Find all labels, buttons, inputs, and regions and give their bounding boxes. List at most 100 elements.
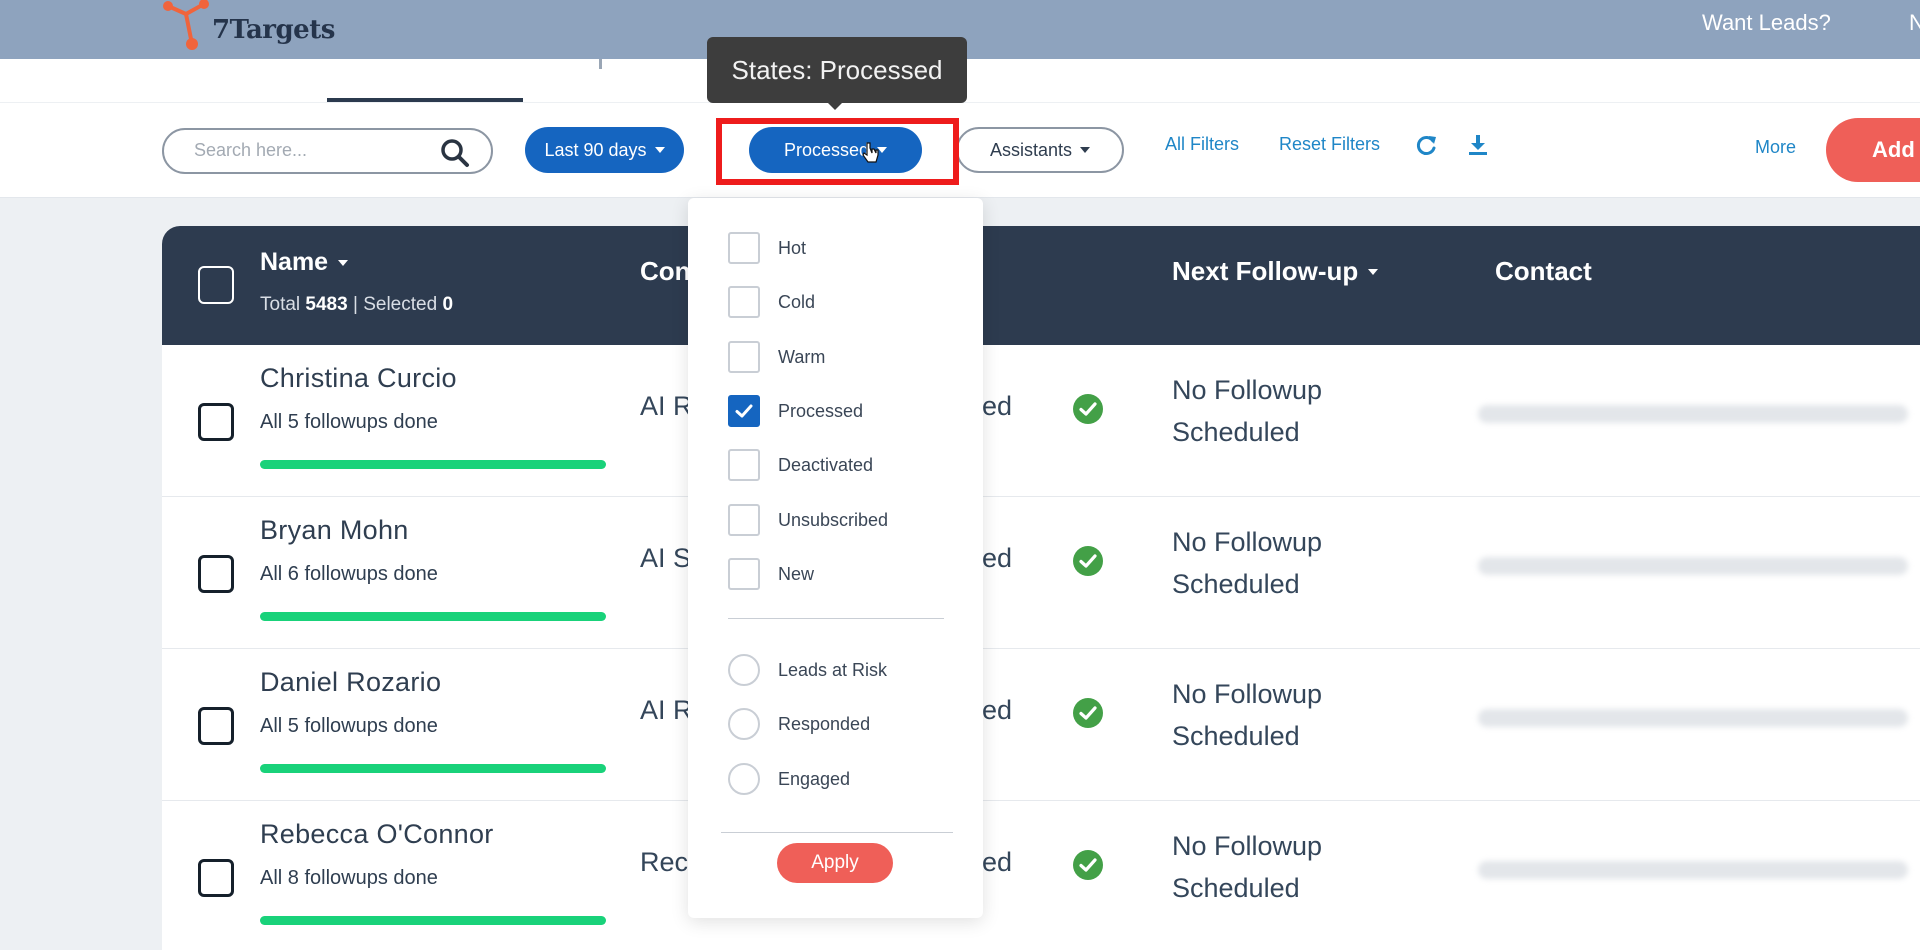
contact-email-blurred[interactable] <box>1478 861 1908 879</box>
check-circle-icon <box>1073 698 1103 728</box>
filter-toolbar: Last 90 days Processed Assistants <box>0 103 1920 198</box>
date-filter-dropdown[interactable]: Last 90 days <box>525 127 684 173</box>
row-checkbox[interactable] <box>198 859 234 897</box>
check-circle-icon <box>1073 850 1103 880</box>
search-input[interactable] <box>194 140 424 161</box>
next-followup: No Followup Scheduled <box>1172 521 1322 605</box>
table-row[interactable]: Daniel Rozario All 5 followups done AI R ed… <box>162 649 1920 801</box>
contact-email-blurred[interactable] <box>1478 709 1908 727</box>
table-row[interactable]: Christina Curcio All 5 followups done AI R… <box>162 345 1920 497</box>
table-totals: Total 5483 | Selected 0 <box>260 294 453 316</box>
state-option-label: Deactivated <box>778 454 874 475</box>
campaign-name: Rec <box>640 847 689 877</box>
reset-filters-link[interactable]: Reset Filters <box>1279 134 1380 155</box>
campaign-column-header[interactable]: Con <box>640 256 691 287</box>
selected-value: 0 <box>442 294 454 315</box>
logo[interactable]: 7Targets <box>160 0 335 52</box>
row-checkbox[interactable] <box>198 403 234 441</box>
next-followup-column-header[interactable]: Next Follow-up <box>1172 256 1379 287</box>
option-label: Engaged <box>778 768 851 789</box>
menu-divider <box>728 618 944 619</box>
lead-state: ed <box>982 391 1013 421</box>
contact-column-header: Contact <box>1495 256 1592 287</box>
chevron-down-icon <box>654 147 665 153</box>
radio-button[interactable] <box>728 654 760 686</box>
checkbox[interactable] <box>728 504 760 536</box>
followup-status: All 5 followups done <box>260 715 438 737</box>
topbar-menu-partial[interactable]: N <box>1909 10 1920 36</box>
total-value: 5483 <box>305 294 348 315</box>
select-all-checkbox[interactable] <box>198 266 234 304</box>
download-icon[interactable] <box>1466 133 1490 157</box>
lead-state: ed <box>982 543 1013 573</box>
row-checkbox[interactable] <box>198 707 234 745</box>
lead-state: ed <box>982 695 1013 725</box>
state-option-hot[interactable]: Hot <box>728 231 806 265</box>
lead-name[interactable]: Daniel Rozario <box>260 667 441 698</box>
option-responded[interactable]: Responded <box>728 707 870 741</box>
row-checkbox[interactable] <box>198 555 234 593</box>
checkbox[interactable] <box>728 341 760 373</box>
radio-button[interactable] <box>728 708 760 740</box>
state-option-unsubscribed[interactable]: Unsubscribed <box>728 503 888 537</box>
leads-table: Name Total 5483 | Selected 0 Con Next Fo… <box>162 226 1920 950</box>
state-option-cold[interactable]: Cold <box>728 285 815 319</box>
refresh-icon[interactable] <box>1415 133 1439 157</box>
option-label: Leads at Risk <box>778 659 888 680</box>
contact-email-blurred[interactable] <box>1478 557 1908 575</box>
checkbox[interactable] <box>728 449 760 481</box>
campaign-column-label: Con <box>640 256 691 286</box>
followup-progress-bar <box>260 916 606 925</box>
lead-name[interactable]: Christina Curcio <box>260 363 457 394</box>
add-button[interactable]: Add <box>1826 118 1920 182</box>
checkbox[interactable] <box>728 232 760 264</box>
checkbox[interactable] <box>728 286 760 318</box>
assistants-filter-label: Assistants <box>989 139 1073 160</box>
next-followup: No Followup Scheduled <box>1172 673 1322 757</box>
radio-button[interactable] <box>728 763 760 795</box>
followup-line: No Followup <box>1172 831 1323 861</box>
next-followup-column-label: Next Follow-up <box>1172 256 1359 286</box>
option-label: Responded <box>778 713 871 734</box>
apply-button[interactable]: Apply <box>777 843 893 883</box>
check-circle-icon <box>1073 394 1103 424</box>
checkbox-checked-icon[interactable] <box>728 395 760 427</box>
state-option-label: Unsubscribed <box>778 509 889 530</box>
table-row[interactable]: Bryan Mohn All 6 followups done AI S ed No F… <box>162 497 1920 649</box>
contact-email-blurred[interactable] <box>1478 405 1908 423</box>
want-leads-link[interactable]: Want Leads? <box>1702 10 1831 36</box>
active-tab-indicator <box>327 98 523 102</box>
followup-line: No Followup <box>1172 679 1323 709</box>
state-filter-menu: Hot Cold Warm Processed Deactivated Unsubscri… <box>688 198 983 918</box>
logo-text: 7Targets <box>212 15 335 45</box>
lead-name[interactable]: Bryan Mohn <box>260 515 409 546</box>
check-circle-icon <box>1073 546 1103 576</box>
all-filters-link[interactable]: All Filters <box>1165 134 1239 155</box>
assistants-filter-dropdown[interactable]: Assistants <box>956 127 1124 173</box>
state-option-warm[interactable]: Warm <box>728 340 825 374</box>
name-column-label: Name <box>260 248 329 276</box>
followup-progress-bar <box>260 764 606 773</box>
next-followup: No Followup Scheduled <box>1172 369 1322 453</box>
search-icon[interactable] <box>440 138 470 168</box>
state-option-new[interactable]: New <box>728 557 814 591</box>
checkbox[interactable] <box>728 558 760 590</box>
state-option-deactivated[interactable]: Deactivated <box>728 448 873 482</box>
sort-down-icon <box>338 259 349 266</box>
tooltip-arrow <box>827 102 843 110</box>
lead-name[interactable]: Rebecca O'Connor <box>260 819 494 850</box>
mouse-pointer-icon <box>862 142 879 163</box>
campaign-name: AI R <box>640 391 693 421</box>
followup-line: Scheduled <box>1172 721 1300 751</box>
option-leads-at-risk[interactable]: Leads at Risk <box>728 653 887 687</box>
option-engaged[interactable]: Engaged <box>728 762 850 796</box>
more-link[interactable]: More <box>1755 137 1796 158</box>
table-row[interactable]: Rebecca O'Connor All 8 followups done Rec e… <box>162 801 1920 950</box>
state-option-label: Cold <box>778 291 816 312</box>
state-filter-tooltip: States: Processed <box>707 37 967 103</box>
contact-column-label: Contact <box>1495 256 1592 286</box>
next-followup: No Followup Scheduled <box>1172 825 1322 909</box>
state-option-processed[interactable]: Processed <box>728 394 863 428</box>
add-button-label: Add <box>1872 137 1915 162</box>
name-column-header[interactable]: Name <box>260 248 349 277</box>
